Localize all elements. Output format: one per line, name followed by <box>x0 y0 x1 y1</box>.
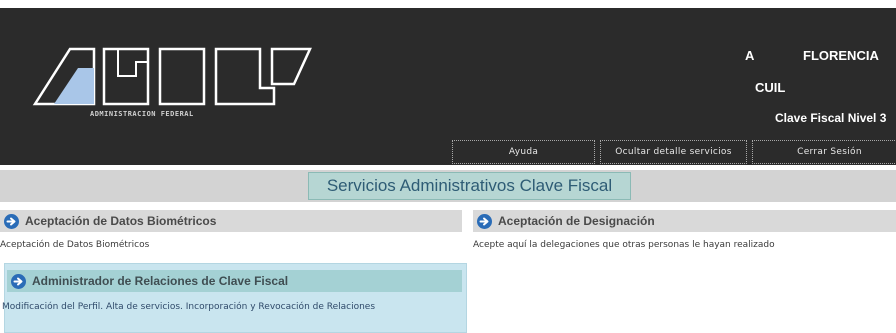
help-button[interactable]: Ayuda <box>452 140 595 164</box>
service-title: Aceptación de Datos Biométricos <box>25 214 217 228</box>
service-title: Administrador de Relaciones de Clave Fis… <box>32 274 289 288</box>
arrow-right-circle-icon <box>4 213 19 229</box>
cuil-label: CUIL <box>755 80 786 95</box>
service-title: Aceptación de Designación <box>498 214 655 228</box>
user-name: FLORENCIA <box>803 48 879 63</box>
afip-logo: ADMINISTRACION FEDERAL <box>32 46 312 132</box>
logout-button[interactable]: Cerrar Sesión <box>752 140 896 164</box>
header-banner: ADMINISTRACION FEDERAL A FLORENCIA CUIL … <box>0 8 896 165</box>
user-initial: A <box>745 48 755 63</box>
afip-logo-graphic <box>32 47 312 106</box>
hide-details-button[interactable]: Ocultar detalle servicios <box>600 140 747 164</box>
service-description: Acepte aquí la delegaciones que otras pe… <box>473 240 775 250</box>
service-link-relaciones[interactable]: Administrador de Relaciones de Clave Fis… <box>7 270 462 292</box>
arrow-right-circle-icon <box>11 273 26 289</box>
header-buttons: Ayuda Ocultar detalle servicios Cerrar S… <box>452 140 896 164</box>
service-link-designacion[interactable]: Aceptación de Designación <box>473 210 896 232</box>
service-description: Modificación del Perfil. Alta de servici… <box>2 302 376 312</box>
clave-fiscal-level: Clave Fiscal Nivel 3 <box>775 111 887 125</box>
page-title: Servicios Administrativos Clave Fiscal <box>308 172 631 200</box>
arrow-right-circle-icon <box>477 213 492 229</box>
service-link-biometricos[interactable]: Aceptación de Datos Biométricos <box>0 210 462 232</box>
service-description: Aceptación de Datos Biométricos <box>0 240 150 250</box>
logo-caption: ADMINISTRACION FEDERAL <box>90 110 194 118</box>
